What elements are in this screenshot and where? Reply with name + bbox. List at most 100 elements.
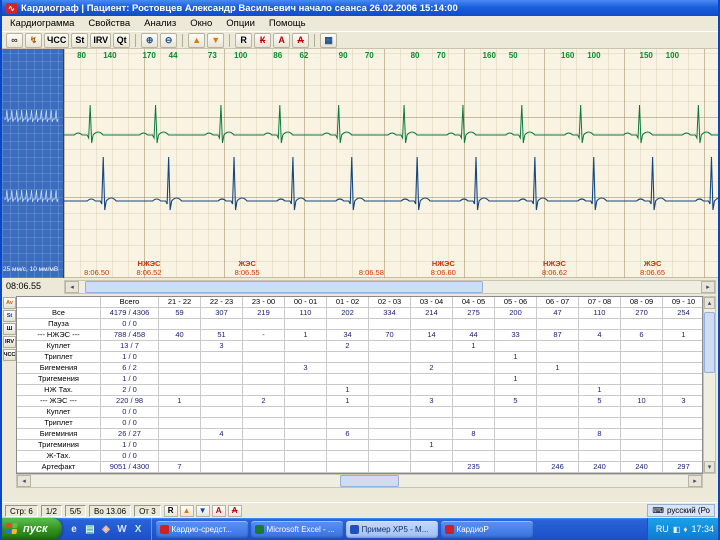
table-cell: 200 (495, 308, 537, 319)
task-button[interactable]: КардиоР (440, 520, 533, 538)
table-row[interactable]: Ж-Тах. 0 / 0 (17, 451, 702, 462)
table-row[interactable]: --- НЖЭС --- 788 / 458 40 51-1 34 70 14 44 33 87 4… (17, 330, 702, 341)
a-marker-button[interactable]: А (273, 32, 291, 48)
ie-quicklaunch-icon[interactable]: e (68, 522, 81, 536)
menu-item[interactable]: Опции (226, 18, 255, 29)
table-row[interactable]: Тригемения 1 / 0 1 (17, 374, 702, 385)
scroll-down-icon[interactable]: ▾ (704, 461, 715, 473)
table-row[interactable]: Бигеминия 26 / 27 4 6 8 8 (17, 429, 702, 440)
table-row[interactable]: Триплет 0 / 0 (17, 418, 702, 429)
ecg-scroll-track[interactable] (79, 281, 701, 293)
r-status-icon[interactable]: R (163, 504, 178, 517)
table-vscrollbar[interactable]: ▴ ▾ (703, 296, 716, 474)
table-cell (159, 374, 201, 385)
scroll-right-icon[interactable]: ▸ (688, 475, 702, 487)
menu-item[interactable]: Анализ (144, 18, 176, 29)
language-bar[interactable]: ⌨ русский (Ро (647, 504, 715, 517)
scroll-left-icon[interactable]: ◂ (65, 281, 79, 293)
table-cell: 334 (369, 308, 411, 319)
hr-value: 44 (168, 51, 178, 60)
hr-value: 80 (77, 51, 86, 60)
ecg-scroll-thumb[interactable] (85, 281, 484, 293)
chart-icon[interactable]: ▦ (320, 32, 338, 48)
table-cell (159, 352, 201, 363)
a-strike-marker-button[interactable]: А (292, 32, 310, 48)
player-quicklaunch-icon[interactable]: ◈ (100, 522, 113, 536)
table-cell: 219 (243, 308, 285, 319)
table-row[interactable]: Артефакт 9051 / 4300 7 235 246 240 240 297 (17, 462, 702, 473)
desktop-quicklaunch-icon[interactable]: ▤ (84, 522, 97, 536)
table-row[interactable]: Тригеминия 1 / 0 1 (17, 440, 702, 451)
sh-side-button[interactable]: Ш (3, 323, 16, 335)
excel-quicklaunch-icon[interactable]: X (132, 522, 145, 536)
table-scroll-thumb[interactable] (339, 475, 399, 487)
tray-volume-icon[interactable]: ◧ (673, 525, 681, 534)
menu-item[interactable]: Помощь (269, 18, 306, 29)
task-button[interactable]: Кардио-средст... (155, 520, 248, 538)
irv-button[interactable]: IRV (90, 32, 112, 48)
tray-language-indicator[interactable]: RU (656, 524, 669, 534)
a-strike-status-icon[interactable]: А (227, 504, 242, 517)
start-button[interactable]: пуск (2, 518, 62, 540)
table-row[interactable]: Куплет 13 / 7 3 2 1 (17, 341, 702, 352)
tray-app-icon[interactable]: ♦ (683, 525, 687, 534)
table-vscroll-thumb[interactable] (704, 312, 715, 373)
irv-side-button[interactable]: IRV (3, 336, 16, 348)
zoom-out-icon[interactable]: ⊖ (160, 32, 178, 48)
title-bar[interactable]: ∿ Кардиограф | Пациент: Ростовцев Алекса… (2, 0, 718, 16)
table-cell: 51 (201, 330, 243, 341)
status-item: От 3 (134, 504, 161, 517)
k-marker-button[interactable]: К (254, 32, 272, 48)
hr-button[interactable]: ЧСС (44, 32, 70, 48)
word-quicklaunch-icon[interactable]: W (116, 522, 129, 536)
row-label: Триплет (17, 352, 101, 363)
column-header: 00 - 01 (285, 297, 327, 308)
st-side-button[interactable]: St (3, 310, 16, 322)
ecg-scrollbar[interactable]: ◂ ▸ (64, 280, 716, 294)
overview-panel[interactable]: 25 мм/с, 10 мм/мВ (2, 49, 64, 278)
table-row[interactable]: Триплет 1 / 0 1 (17, 352, 702, 363)
scroll-right-icon[interactable]: ▸ (701, 281, 715, 293)
table-row[interactable]: Все 4179 / 4306 59 307 219 110 202 334 214 275 200… (17, 308, 702, 319)
table-row[interactable]: Бигемения 6 / 2 3 2 1 (17, 363, 702, 374)
table-row[interactable]: Пауза 0 / 0 (17, 319, 702, 330)
toolbar-separator (135, 33, 137, 47)
zoom-in-icon[interactable]: ⊕ (141, 32, 159, 48)
scroll-up-icon[interactable]: ▴ (704, 297, 715, 309)
start-label: пуск (23, 523, 48, 535)
r-marker-button[interactable]: R (235, 32, 253, 48)
table-row[interactable]: --- ЖЭС --- 220 / 98 1 2 1 3 5 5 10 3 (17, 396, 702, 407)
table-cell: 220 / 98 (101, 396, 159, 407)
lightning-icon[interactable]: ↯ (25, 32, 42, 48)
a-status-icon[interactable]: А (211, 504, 226, 517)
table-scrollbar[interactable]: ◂ ▸ (16, 474, 703, 488)
menu-item[interactable]: Кардиограмма (10, 18, 74, 29)
table-cell: 0 / 0 (101, 319, 159, 330)
table-cell (537, 418, 579, 429)
arrow-up-icon[interactable]: ▲ (188, 32, 206, 48)
arrow-down-icon[interactable]: ▼ (207, 32, 225, 48)
task-button[interactable]: Microsoft Excel - ... (250, 520, 343, 538)
ecg-strip[interactable]: 80 140 170 44 73 100 86 62 90 70 80 70 160 50 160 100 15… (64, 49, 718, 278)
table-cell: 240 (579, 462, 621, 473)
menu-item[interactable]: Свойства (88, 18, 130, 29)
up-status-icon[interactable]: ▲ (179, 504, 194, 517)
scroll-left-icon[interactable]: ◂ (17, 475, 31, 487)
table-vscroll-track[interactable] (704, 309, 715, 461)
table-cell (201, 451, 243, 462)
table-row[interactable]: НЖ Тах. 2 / 0 1 1 (17, 385, 702, 396)
table-scroll-track[interactable] (31, 475, 688, 487)
table-row[interactable]: Куплет 0 / 0 (17, 407, 702, 418)
qt-button[interactable]: Qt (113, 32, 131, 48)
st-button[interactable]: St (71, 32, 89, 48)
table-cell (663, 374, 702, 385)
av-side-button[interactable]: Av (3, 297, 16, 309)
down-status-icon[interactable]: ▼ (195, 504, 210, 517)
table-cell (579, 319, 621, 330)
table-cell: 235 (453, 462, 495, 473)
menu-item[interactable]: Окно (190, 18, 212, 29)
chss-side-button[interactable]: ЧСС (3, 349, 16, 361)
task-button[interactable]: Пример ХР5 - М... (345, 520, 438, 538)
table-cell (411, 341, 453, 352)
binoculars-icon[interactable]: ∞ (6, 32, 23, 48)
